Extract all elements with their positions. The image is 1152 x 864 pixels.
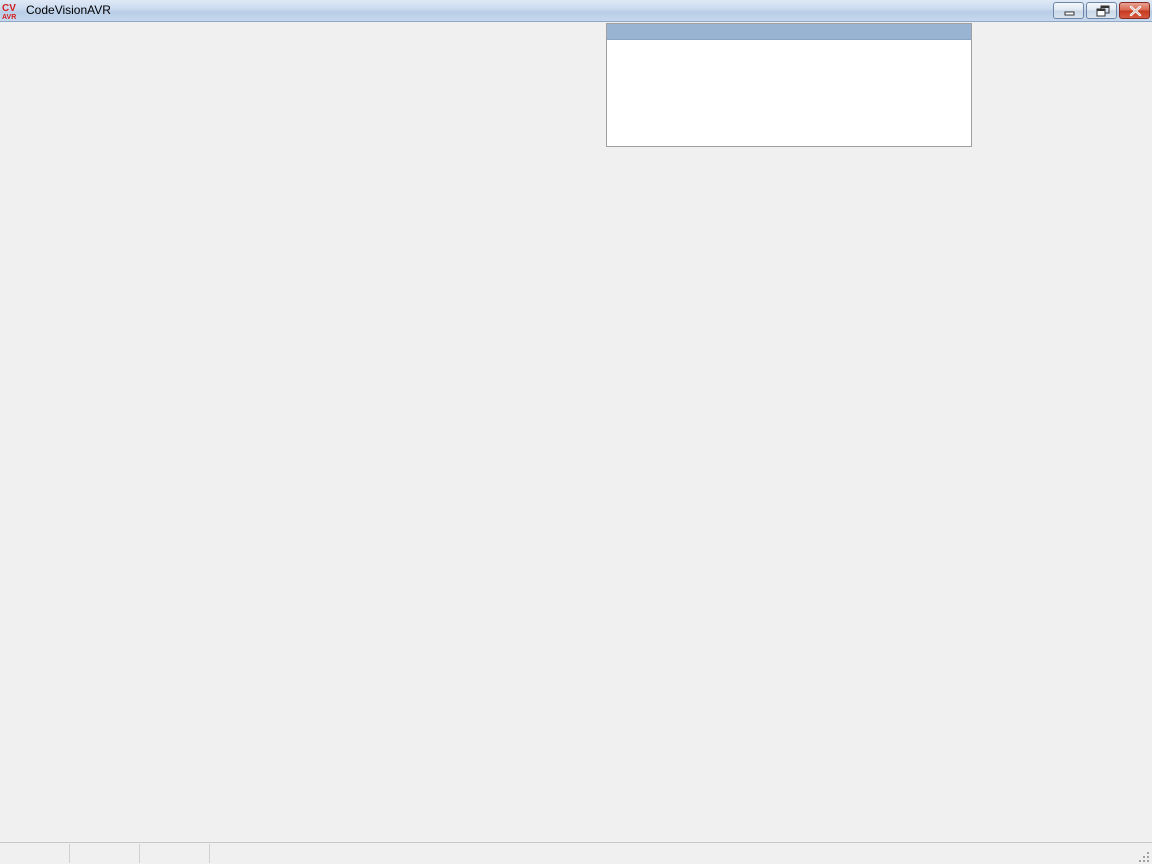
minimize-icon [1064, 11, 1075, 16]
restore-icon [1096, 5, 1110, 17]
svg-text:AVR: AVR [2, 14, 16, 19]
minimize-button[interactable] [1053, 2, 1084, 19]
status-panel-4 [210, 844, 1152, 863]
codevisionavr-logo-icon[interactable]: CV AVR [2, 2, 19, 21]
status-bar [0, 842, 1152, 864]
svg-text:CV: CV [2, 3, 16, 14]
app-window: CV AVR CodeVisionAVR [0, 0, 1152, 864]
window-title: CodeVisionAVR [26, 3, 111, 17]
resize-grip-icon[interactable] [1138, 850, 1150, 862]
title-bar[interactable]: CV AVR CodeVisionAVR [0, 0, 1152, 22]
status-panel-1 [0, 844, 70, 863]
floating-panel[interactable] [606, 23, 972, 147]
floating-panel-header[interactable] [607, 24, 971, 40]
close-icon [1129, 5, 1142, 17]
status-panel-2 [70, 844, 140, 863]
status-panel-3 [140, 844, 210, 863]
close-button[interactable] [1119, 2, 1150, 19]
restore-button[interactable] [1086, 2, 1117, 19]
